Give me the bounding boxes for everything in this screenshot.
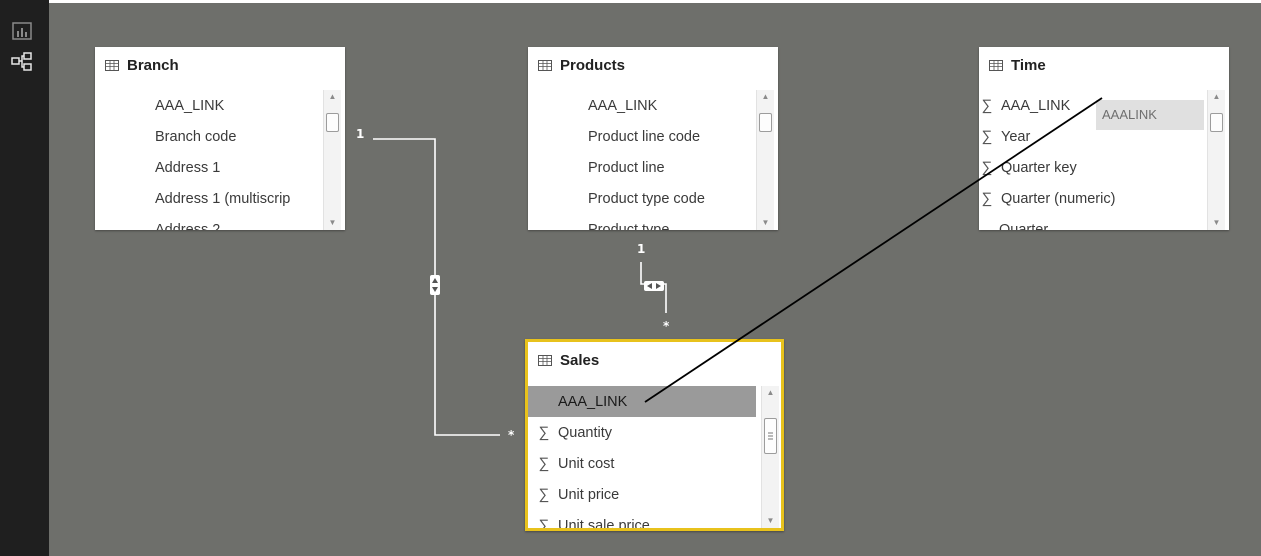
field-list[interactable]: AAA_LINK ∑ Quantity ∑ Unit cost ∑ Unit price ∑ U…: [528, 386, 756, 528]
field-name: Product line code: [588, 128, 701, 145]
table-header-time[interactable]: Time: [979, 47, 1229, 83]
vertical-scrollbar[interactable]: ▲ ▼: [761, 386, 779, 528]
scroll-up-arrow[interactable]: ▲: [1208, 90, 1225, 104]
field-name: Quarter: [999, 221, 1049, 231]
field-name: Quarter key: [1001, 159, 1077, 176]
field-row[interactable]: ∑ Quantity: [528, 417, 756, 448]
field-row[interactable]: Address 1: [95, 152, 345, 183]
cardinality-label-branch: 1: [356, 127, 365, 141]
scroll-down-arrow[interactable]: ▼: [1208, 216, 1225, 230]
field-name: AAA_LINK: [155, 97, 225, 114]
cardinality-label-sales-many: *: [508, 428, 515, 442]
field-row[interactable]: Address 1 (multiscrip: [95, 183, 345, 214]
scroll-up-arrow[interactable]: ▲: [757, 90, 774, 104]
vertical-scrollbar[interactable]: ▲ ▼: [1207, 90, 1225, 230]
table-icon: [105, 59, 119, 71]
table-icon: [538, 59, 552, 71]
table-title: Branch: [127, 56, 179, 74]
sigma-icon: ∑: [538, 424, 550, 441]
cardinality-label-products: 1: [637, 242, 646, 256]
field-name: Product line: [588, 159, 665, 176]
table-header-sales[interactable]: Sales: [528, 342, 781, 378]
scroll-down-arrow[interactable]: ▼: [757, 216, 774, 230]
field-name: AAA_LINK: [1001, 97, 1071, 114]
field-row[interactable]: Product line code: [528, 121, 778, 152]
table-card-time[interactable]: Time ∑ AAA_LINK ∑ Year ∑ Quarter key ∑ Quarter …: [979, 47, 1229, 230]
field-row[interactable]: Product type: [528, 214, 778, 231]
table-card-sales[interactable]: Sales AAA_LINK ∑ Quantity ∑ Unit cost ∑ Unit p…: [525, 339, 784, 531]
field-list[interactable]: AAA_LINK Branch code Address 1 Address 1 (m…: [95, 90, 345, 231]
field-row[interactable]: ∑ Unit price: [528, 479, 756, 510]
sigma-icon: ∑: [981, 159, 993, 176]
sigma-icon: ∑: [538, 486, 550, 503]
scroll-thumb[interactable]: [326, 113, 339, 132]
field-row[interactable]: Address 2: [95, 214, 345, 231]
field-row[interactable]: Quarter: [979, 214, 1229, 231]
left-nav-bar: [0, 0, 49, 556]
field-name: Unit sale price: [558, 517, 650, 529]
field-name: Address 1 (multiscrip: [155, 190, 291, 207]
field-row[interactable]: ∑ Unit sale price: [528, 510, 756, 528]
field-name: Address 1: [155, 159, 221, 176]
field-name: Branch code: [155, 128, 237, 145]
field-row[interactable]: AAA_LINK: [95, 90, 345, 121]
sigma-icon: ∑: [981, 190, 993, 207]
field-name: Address 2: [155, 221, 221, 231]
field-row[interactable]: AAA_LINK: [528, 90, 778, 121]
scroll-thumb[interactable]: [1210, 113, 1223, 132]
report-view-icon[interactable]: [9, 19, 35, 43]
scroll-up-arrow[interactable]: ▲: [762, 386, 779, 400]
vertical-scrollbar[interactable]: ▲ ▼: [323, 90, 341, 230]
scroll-thumb[interactable]: [759, 113, 772, 132]
scroll-down-arrow[interactable]: ▼: [762, 514, 779, 528]
field-row[interactable]: AAA_LINK: [528, 386, 756, 417]
table-icon: [538, 354, 552, 366]
table-icon: [989, 59, 1003, 71]
relationships-view-icon[interactable]: [9, 50, 35, 74]
field-row[interactable]: ∑ Quarter key: [979, 152, 1229, 183]
field-name: AAA_LINK: [558, 393, 628, 410]
scroll-up-arrow[interactable]: ▲: [324, 90, 341, 104]
sigma-icon: ∑: [981, 128, 993, 145]
cardinality-label-sales-many: *: [663, 319, 670, 333]
field-name: Year: [1001, 128, 1031, 145]
scroll-down-arrow[interactable]: ▼: [324, 216, 341, 230]
table-title: Sales: [560, 351, 600, 369]
field-name: Product type: [588, 221, 670, 231]
drag-field-tooltip: AAALINK: [1096, 100, 1204, 130]
field-name: Unit price: [558, 486, 620, 503]
table-card-branch[interactable]: Branch AAA_LINK Branch code Address 1 Addre…: [95, 47, 345, 230]
field-list[interactable]: AAA_LINK Product line code Product line Pro…: [528, 90, 778, 231]
table-title: Time: [1011, 56, 1046, 74]
field-row[interactable]: ∑ Unit cost: [528, 448, 756, 479]
field-row[interactable]: Product type code: [528, 183, 778, 214]
scroll-thumb[interactable]: [764, 418, 777, 454]
field-name: Product type code: [588, 190, 705, 207]
table-header-branch[interactable]: Branch: [95, 47, 345, 83]
field-row[interactable]: Product line: [528, 152, 778, 183]
vertical-scrollbar[interactable]: ▲ ▼: [756, 90, 774, 230]
field-name: Quarter (numeric): [1001, 190, 1116, 207]
sigma-icon: ∑: [538, 517, 550, 528]
field-name: Unit cost: [558, 455, 615, 472]
field-name: AAA_LINK: [588, 97, 658, 114]
sigma-icon: ∑: [981, 97, 993, 114]
field-name: Quantity: [558, 424, 612, 441]
table-header-products[interactable]: Products: [528, 47, 778, 83]
table-card-products[interactable]: Products AAA_LINK Product line code Produc…: [528, 47, 778, 230]
sigma-icon: ∑: [538, 455, 550, 472]
table-title: Products: [560, 56, 626, 74]
field-row[interactable]: Branch code: [95, 121, 345, 152]
field-row[interactable]: ∑ Quarter (numeric): [979, 183, 1229, 214]
